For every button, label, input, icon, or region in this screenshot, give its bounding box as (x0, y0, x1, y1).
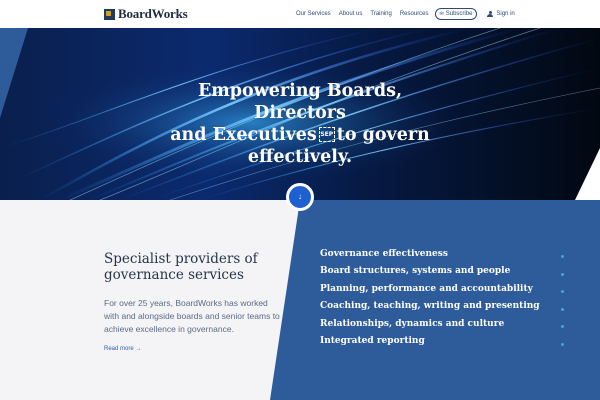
service-relationships-culture[interactable]: Relationships, dynamics and culture (320, 318, 540, 335)
indicator-dot (561, 255, 564, 258)
subscribe-label: Subscribe (445, 11, 473, 17)
indicator-dot (561, 272, 564, 276)
sign-in-label: Sign in (496, 11, 515, 17)
service-integrated-reporting[interactable]: Integrated reporting (320, 335, 540, 352)
main-nav: Our Services About us Training Resources… (296, 8, 515, 20)
intro-block: Specialist providers of governance servi… (104, 251, 284, 355)
sep-glyph-icon: SEP (318, 127, 335, 142)
read-more-link[interactable]: Read more → (104, 346, 141, 352)
sign-in-link[interactable]: Sign in (487, 10, 515, 18)
indicator-dot (561, 307, 564, 311)
envelope-icon: ✉ (439, 11, 444, 17)
service-planning-performance[interactable]: Planning, performance and accountability (320, 283, 540, 300)
service-coaching-teaching[interactable]: Coaching, teaching, writing and presenti… (320, 300, 540, 317)
hero-title: Empowering Boards, Directors and Executi… (150, 80, 450, 168)
hero-banner: Empowering Boards, Directors and Executi… (0, 28, 600, 200)
scroll-down-button[interactable]: ↓ (286, 183, 314, 211)
intro-heading: Specialist providers of governance servi… (104, 251, 258, 283)
nav-training[interactable]: Training (370, 11, 391, 17)
logo-text: BoardWorks (118, 6, 188, 21)
nav-about-us[interactable]: About us (339, 11, 363, 17)
user-icon (487, 10, 494, 18)
hero-title-line2-post: to govern (336, 125, 430, 145)
service-governance-effectiveness[interactable]: Governance effectiveness (320, 248, 540, 265)
site-header: BoardWorks Our Services About us Trainin… (0, 0, 600, 28)
service-board-structures[interactable]: Board structures, systems and people (320, 265, 540, 282)
logo-mark-icon (104, 8, 115, 20)
nav-our-services[interactable]: Our Services (296, 11, 331, 17)
indicator-dot (561, 325, 564, 328)
subscribe-button[interactable]: ✉ Subscribe (434, 8, 478, 20)
service-indicator-dots (561, 255, 564, 360)
hero-title-line1: Empowering Boards, Directors (197, 81, 403, 123)
indicator-dot (561, 290, 564, 293)
indicator-dot (561, 342, 564, 346)
hero-title-line2-pre: and Executives (170, 125, 317, 145)
nav-resources[interactable]: Resources (400, 11, 429, 17)
hero-title-line2: and Executives SEP to govern (150, 124, 450, 146)
services-list: Governance effectiveness Board structure… (320, 248, 540, 352)
hero-title-line3: effectively. (247, 147, 353, 167)
intro-body: For over 25 years, BoardWorks has worked… (104, 298, 280, 334)
boardworks-logo[interactable]: BoardWorks (104, 6, 188, 22)
